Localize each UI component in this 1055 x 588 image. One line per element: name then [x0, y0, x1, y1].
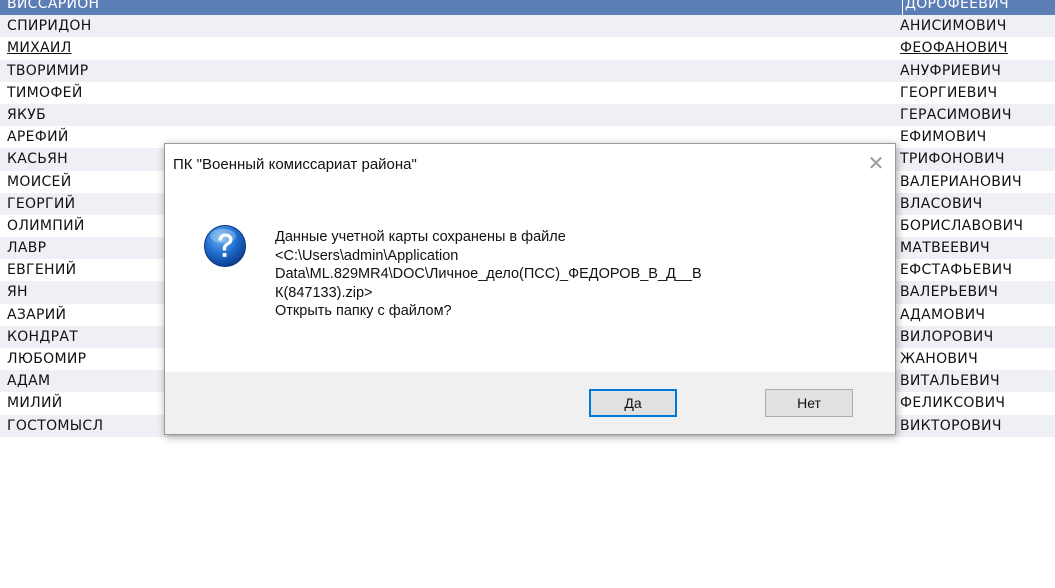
patronymic-cell: БОРИСЛАВОВИЧ — [900, 217, 1024, 234]
first-name-cell: СПИРИДОН — [7, 18, 92, 35]
dialog-title: ПК "Военный комиссариат района" — [173, 156, 417, 173]
message-dialog: ПК "Военный комиссариат района" ✕ Данные — [164, 143, 896, 435]
table-row[interactable]: МИХАИЛ ФЕОФАНОВИЧ — [0, 37, 1055, 59]
table-row[interactable]: ТВОРИМИР АНУФРИЕВИЧ — [0, 59, 1055, 82]
patronymic-cell: ВИТАЛЬЕВИЧ — [900, 373, 1000, 390]
message-line: Data\ML.829MR4\DOC\Личное_дело(ПСС)_ФЕДО… — [275, 266, 702, 282]
first-name-cell: МОИСЕЙ — [7, 173, 72, 190]
first-name-cell: ГОСТОМЫСЛ — [7, 417, 104, 434]
patronymic-cell: ФЕОФАНОВИЧ — [900, 40, 1008, 57]
patronymic-cell: ЕФСТАФЬЕВИЧ — [900, 262, 1013, 279]
yes-button[interactable]: Да — [589, 389, 677, 417]
dialog-titlebar[interactable]: ПК "Военный комиссариат района" ✕ — [165, 144, 895, 188]
patronymic-cell: АДАМОВИЧ — [900, 306, 986, 323]
patronymic-cell: АНИСИМОВИЧ — [900, 18, 1007, 35]
patronymic-cell: ВИЛОРОВИЧ — [900, 328, 994, 345]
message-line: <C:\Users\admin\Application — [275, 247, 459, 264]
no-button[interactable]: Нет — [765, 389, 853, 417]
dialog-message: Данные учетной карты сохранены в файле <… — [275, 228, 885, 321]
message-line: Открыть папку с файлом? — [275, 303, 452, 319]
patronymic-cell: ТРИФОНОВИЧ — [900, 151, 1005, 168]
table-row[interactable]: СПИРИДОН АНИСИМОВИЧ — [0, 15, 1055, 38]
first-name-cell: ЕВГЕНИЙ — [7, 262, 77, 279]
app-window: ВИССАРИОН ДОРОФЕЕВИЧ СПИРИДОН АНИСИМОВИЧ… — [0, 0, 1055, 588]
first-name-cell: ЯКУБ — [7, 106, 47, 123]
first-name-cell: ОЛИМПИЙ — [7, 217, 85, 234]
first-name-cell: ЛАВР — [7, 240, 47, 257]
dialog-body: Данные учетной карты сохранены в файле <… — [165, 188, 895, 372]
first-name-cell: ВИССАРИОН — [7, 0, 100, 12]
patronymic-cell: ВЛАСОВИЧ — [900, 195, 983, 212]
patronymic-cell: АНУФРИЕВИЧ — [900, 62, 1002, 79]
question-icon — [204, 225, 246, 267]
first-name-cell: ТИМОФЕЙ — [7, 84, 83, 101]
first-name-cell: ЯН — [7, 284, 28, 301]
first-name-cell: АРЕФИЙ — [7, 129, 69, 146]
first-name-cell: ГЕОРГИЙ — [7, 195, 76, 212]
patronymic-cell: ВАЛЕРЬЕВИЧ — [900, 284, 999, 301]
patronymic-cell: ЖАНОВИЧ — [900, 351, 978, 367]
patronymic-cell: ВИКТОРОВИЧ — [900, 417, 1002, 434]
close-icon[interactable]: ✕ — [865, 152, 887, 174]
patronymic-cell: ГЕРАСИМОВИЧ — [900, 106, 1012, 123]
patronymic-cell: ДОРОФЕЕВИЧ — [902, 0, 1009, 16]
patronymic-cell: МАТВЕЕВИЧ — [900, 240, 990, 257]
first-name-cell: АЗАРИЙ — [7, 306, 67, 323]
patronymic-cell: ВАЛЕРИАНОВИЧ — [900, 173, 1022, 190]
patronymic-cell: ЕФИМОВИЧ — [900, 129, 987, 146]
first-name-cell: КОНДРАТ — [7, 328, 79, 345]
first-name-cell: ТВОРИМИР — [7, 62, 89, 79]
first-name-cell: КАСЬЯН — [7, 151, 68, 168]
message-line: К(847133).zip> — [275, 284, 373, 301]
first-name-cell: АДАМ — [7, 373, 51, 390]
table-row[interactable]: ТИМОФЕЙ ГЕОРГИЕВИЧ — [0, 82, 1055, 104]
patronymic-cell: ГЕОРГИЕВИЧ — [900, 84, 998, 101]
dialog-footer: Да Нет — [165, 372, 895, 434]
patronymic-cell: ФЕЛИКСОВИЧ — [900, 395, 1006, 412]
first-name-cell: МИЛИЙ — [7, 395, 63, 412]
table-row[interactable]: ВИССАРИОН ДОРОФЕЕВИЧ — [0, 0, 1055, 16]
first-name-cell: МИХАИЛ — [7, 40, 72, 57]
message-line: Данные учетной карты сохранены в файле — [275, 229, 566, 245]
first-name-cell: ЛЮБОМИР — [7, 351, 87, 367]
table-row[interactable]: ЯКУБ ГЕРАСИМОВИЧ — [0, 103, 1055, 127]
